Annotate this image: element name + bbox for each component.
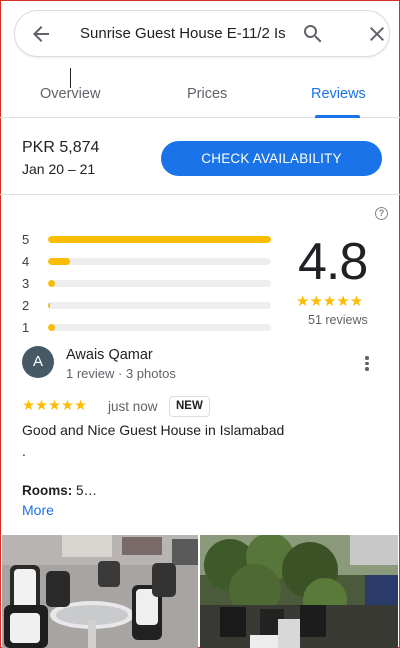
tab-reviews[interactable]: Reviews xyxy=(311,86,366,102)
review-rooms: Rooms: 5… xyxy=(22,483,97,498)
rating-bar-fill xyxy=(48,258,71,265)
search-bar: Sunrise Guest House E-11/2 Is xyxy=(14,10,390,57)
rating-bar-track xyxy=(48,258,271,265)
review-photo-dining-room[interactable] xyxy=(2,535,198,648)
search-icon[interactable] xyxy=(301,22,325,46)
rating-bar-row: 5 xyxy=(22,230,282,252)
overall-rating: 4.8 xyxy=(298,233,368,291)
rating-bar-label: 1 xyxy=(22,320,30,335)
rating-bar-label: 4 xyxy=(22,254,30,269)
rooms-label: Rooms: xyxy=(22,483,73,498)
new-badge: NEW xyxy=(169,396,210,417)
rating-bar-track xyxy=(48,324,271,331)
rating-bar-row: 2 xyxy=(22,296,282,318)
rating-bar-row: 3 xyxy=(22,274,282,296)
rating-bar-label: 2 xyxy=(22,298,30,313)
rating-bar-label: 3 xyxy=(22,276,30,291)
rating-bar-track xyxy=(48,236,271,243)
rooms-value: 5… xyxy=(76,483,98,498)
section-divider xyxy=(0,194,400,195)
rating-bar-label: 5 xyxy=(22,232,30,247)
price-label: PKR 5,874 xyxy=(22,139,100,156)
tab-overview[interactable]: Overview xyxy=(40,86,100,102)
review-count[interactable]: 51 reviews xyxy=(308,313,368,327)
close-icon[interactable] xyxy=(365,22,389,46)
more-link[interactable]: More xyxy=(22,502,54,518)
review-text-continuation: . xyxy=(22,443,26,459)
rating-bar-fill xyxy=(48,280,55,287)
avatar[interactable]: A xyxy=(22,346,54,378)
review-author[interactable]: Awais Qamar xyxy=(66,347,153,363)
review-text: Good and Nice Guest House in Islamabad xyxy=(22,422,285,438)
review-star-icons: ★★★★★ xyxy=(22,398,87,414)
rating-distribution: 5 4 3 2 1 xyxy=(22,230,282,340)
more-vert-icon[interactable] xyxy=(362,356,372,374)
arrow-back-icon[interactable] xyxy=(29,22,53,46)
rating-bar-row: 4 xyxy=(22,252,282,274)
review-author-meta: 1 review · 3 photos xyxy=(66,366,176,381)
active-tab-indicator xyxy=(315,115,360,118)
tab-prices[interactable]: Prices xyxy=(187,86,227,102)
tab-bar: Overview Prices Reviews xyxy=(0,80,400,118)
rating-bar-row: 1 xyxy=(22,318,282,340)
rating-bar-fill xyxy=(48,302,51,309)
rating-bar-fill xyxy=(48,236,271,243)
rating-bar-track xyxy=(48,302,271,309)
search-input[interactable]: Sunrise Guest House E-11/2 Is xyxy=(80,23,300,45)
review-photo-garden[interactable] xyxy=(200,535,398,648)
review-time: just now xyxy=(108,399,158,414)
check-availability-button[interactable]: CHECK AVAILABILITY xyxy=(161,141,382,176)
help-icon[interactable]: ? xyxy=(375,207,388,220)
rating-bar-track xyxy=(48,280,271,287)
overall-star-icons: ★★★★★ xyxy=(296,293,364,310)
date-range: Jan 20 – 21 xyxy=(22,161,96,177)
rating-bar-fill xyxy=(48,324,55,331)
